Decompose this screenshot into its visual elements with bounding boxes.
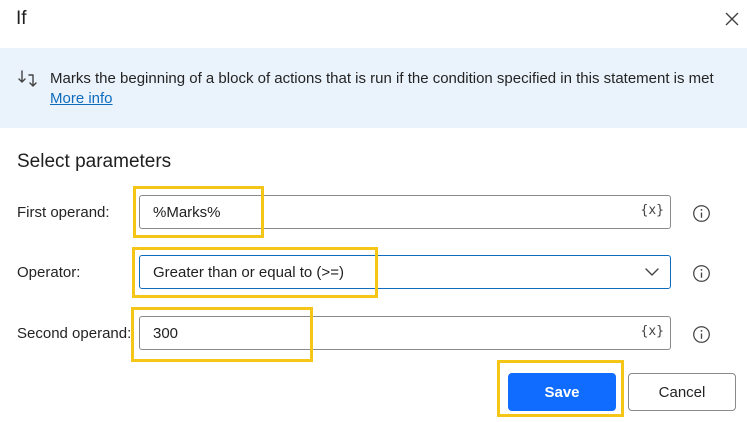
first-operand-help-icon[interactable]	[692, 204, 711, 223]
second-operand-variable-button[interactable]: {x}	[639, 321, 666, 343]
arrow-branch-icon	[18, 70, 37, 87]
more-info-link[interactable]: More info	[50, 90, 113, 107]
second-operand-help-icon[interactable]	[692, 325, 711, 344]
first-operand-label: First operand:	[17, 204, 110, 221]
first-operand-variable-button[interactable]: {x}	[639, 200, 666, 222]
dialog-titlebar: If	[0, 0, 747, 46]
dialog-title: If	[16, 8, 27, 29]
info-description: Marks the beginning of a block of action…	[50, 70, 714, 87]
section-title: Select parameters	[17, 151, 172, 172]
operator-label: Operator:	[17, 264, 81, 281]
if-dialog: If Marks the beginning of a block of act…	[0, 0, 747, 422]
close-icon	[725, 12, 739, 26]
operator-value: Greater than or equal to (>=)	[153, 264, 344, 281]
save-button[interactable]: Save	[508, 373, 616, 411]
chevron-down-icon	[645, 268, 659, 276]
second-operand-input[interactable]: 300 {x}	[139, 316, 671, 350]
info-banner: Marks the beginning of a block of action…	[0, 48, 747, 128]
cancel-button[interactable]: Cancel	[628, 373, 736, 411]
first-operand-value: %Marks%	[153, 204, 221, 221]
second-operand-value: 300	[153, 325, 179, 342]
first-operand-input[interactable]: %Marks% {x}	[139, 195, 671, 229]
second-operand-label: Second operand:	[17, 325, 132, 342]
operator-select[interactable]: Greater than or equal to (>=)	[139, 255, 671, 289]
close-button[interactable]	[719, 6, 745, 32]
operator-help-icon[interactable]	[692, 264, 711, 283]
